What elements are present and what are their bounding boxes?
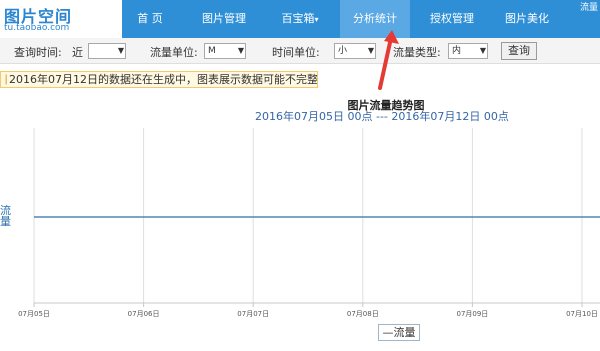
chart-x-tick-label: 07月10日 — [566, 310, 598, 318]
legend-series-label: 流量 — [393, 326, 416, 339]
line-chart: 07月05日 07月06日 07月07日 07月08日 07月09日 07月10日 — [18, 128, 600, 318]
chart-legend[interactable]: —流量 — [378, 324, 420, 341]
chart-x-tick-label: 07月06日 — [128, 310, 160, 318]
chart-x-tick-label: 07月05日 — [18, 310, 50, 318]
legend-line-icon: — — [382, 326, 394, 339]
chart-x-tick-label: 07月09日 — [456, 310, 488, 318]
chart-x-tick-label: 07月08日 — [347, 310, 379, 318]
chart-x-tick-label: 07月07日 — [237, 310, 269, 318]
